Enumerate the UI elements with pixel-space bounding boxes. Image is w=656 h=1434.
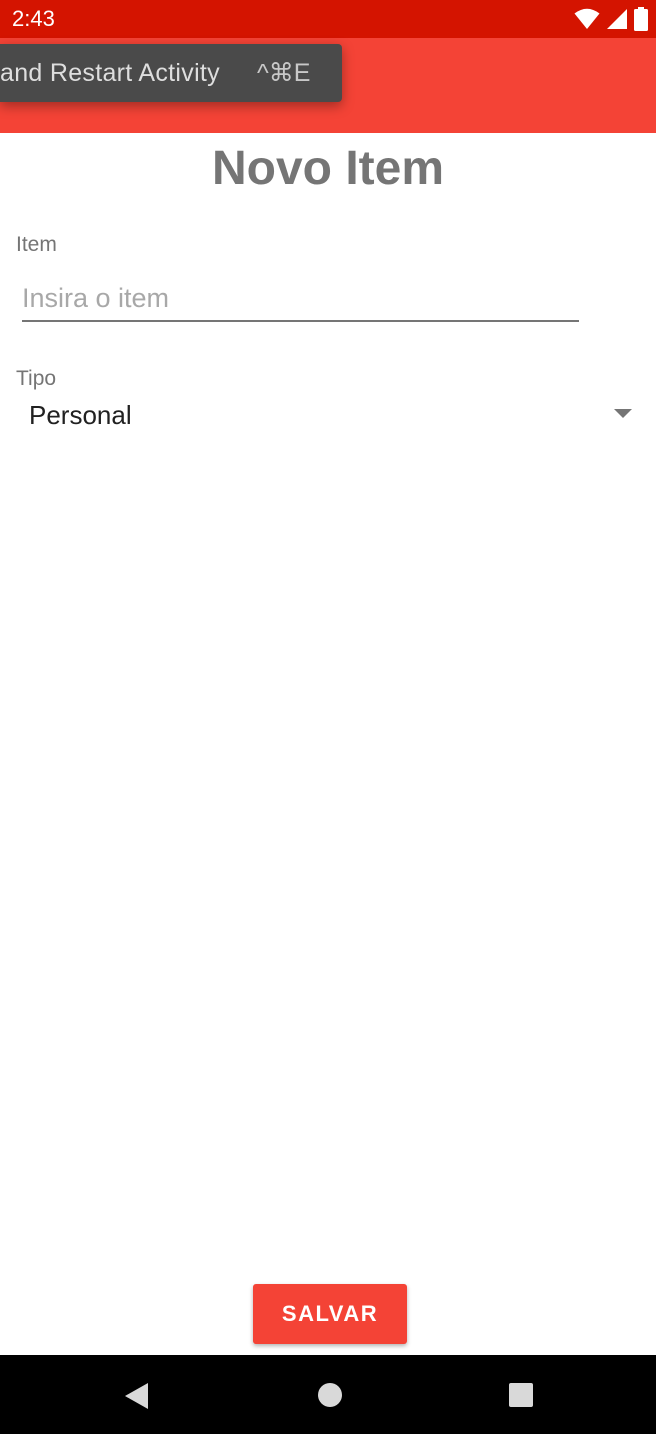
home-icon xyxy=(318,1383,342,1407)
dropdown-arrow-icon xyxy=(614,409,632,418)
tipo-selected-value: Personal xyxy=(29,400,132,430)
recents-icon xyxy=(509,1383,533,1407)
item-field-label: Item xyxy=(16,233,57,256)
battery-icon xyxy=(634,7,648,31)
item-input[interactable] xyxy=(22,276,579,322)
restart-activity-tooltip: and Restart Activity ^⌘E xyxy=(0,44,342,102)
tooltip-shortcut: ^⌘E xyxy=(257,59,311,87)
tipo-field-label: Tipo xyxy=(16,367,57,390)
nav-home-button[interactable] xyxy=(290,1355,370,1434)
back-icon xyxy=(125,1383,148,1409)
tooltip-label: and Restart Activity xyxy=(0,59,220,87)
status-bar: 2:43 xyxy=(0,0,656,38)
tipo-spinner[interactable]: Personal xyxy=(16,392,642,438)
save-button[interactable]: SALVAR xyxy=(253,1284,407,1344)
status-icons xyxy=(574,7,648,31)
status-time: 2:43 xyxy=(12,6,55,31)
wifi-icon xyxy=(574,8,600,29)
navigation-bar xyxy=(0,1355,656,1434)
nav-recents-button[interactable] xyxy=(481,1355,561,1434)
cell-signal-icon xyxy=(607,9,627,29)
page-title: Novo Item xyxy=(211,142,445,195)
nav-back-button[interactable] xyxy=(98,1355,178,1434)
